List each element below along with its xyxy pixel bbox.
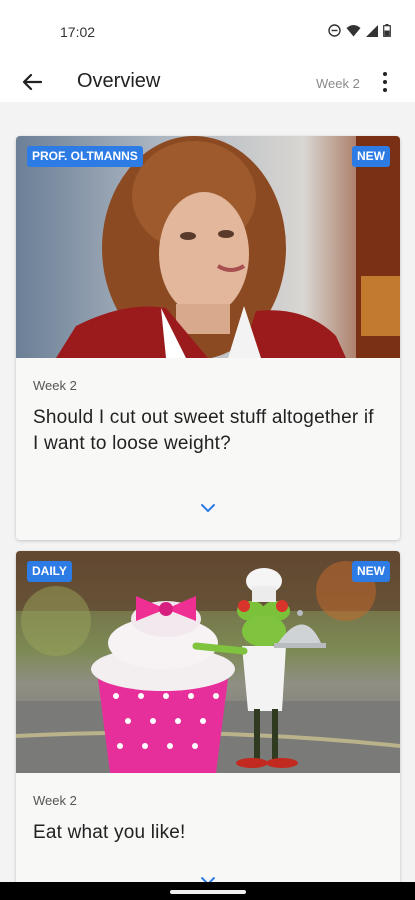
article-card[interactable]: PROF. OLTMANNS NEW Week 2 Should I cut o… [16, 136, 400, 540]
status-bar: 17:02 [0, 0, 415, 62]
signal-icon [366, 24, 378, 41]
back-button[interactable] [16, 66, 48, 98]
new-badge: NEW [352, 146, 390, 167]
author-badge: PROF. OLTMANNS [27, 146, 143, 167]
card-body: Week 2 Eat what you like! [16, 773, 400, 900]
card-week-label: Week 2 [33, 793, 77, 808]
more-vert-icon-dot [383, 88, 387, 92]
daily-badge: DAILY [27, 561, 72, 582]
more-vert-icon-dot [383, 80, 387, 84]
article-card[interactable]: DAILY NEW Week 2 Eat what you like! [16, 551, 400, 900]
status-time: 17:02 [60, 24, 96, 40]
card-week-label: Week 2 [33, 378, 77, 393]
chevron-down-icon[interactable] [200, 503, 216, 513]
dnd-icon [328, 24, 341, 41]
article-image-portrait: PROF. OLTMANNS NEW [16, 136, 400, 358]
card-headline: Eat what you like! [33, 822, 186, 843]
card-body: Week 2 Should I cut out sweet stuff alto… [16, 358, 400, 540]
status-icons [328, 24, 391, 41]
content-spacer [0, 102, 415, 136]
app-bar: Overview Week 2 [0, 62, 415, 102]
battery-icon [383, 24, 391, 41]
more-vert-icon [383, 72, 387, 76]
home-gesture-handle[interactable] [170, 890, 246, 894]
more-options-button[interactable] [375, 66, 395, 98]
article-image-cupcake-frog: DAILY NEW [16, 551, 400, 773]
week-selector[interactable]: Week 2 [316, 76, 360, 91]
card-headline: Should I cut out sweet stuff altogether … [33, 407, 374, 454]
wifi-icon [346, 24, 361, 41]
new-badge: NEW [352, 561, 390, 582]
arrow-back-icon [22, 73, 42, 91]
page-title: Overview [77, 70, 161, 92]
